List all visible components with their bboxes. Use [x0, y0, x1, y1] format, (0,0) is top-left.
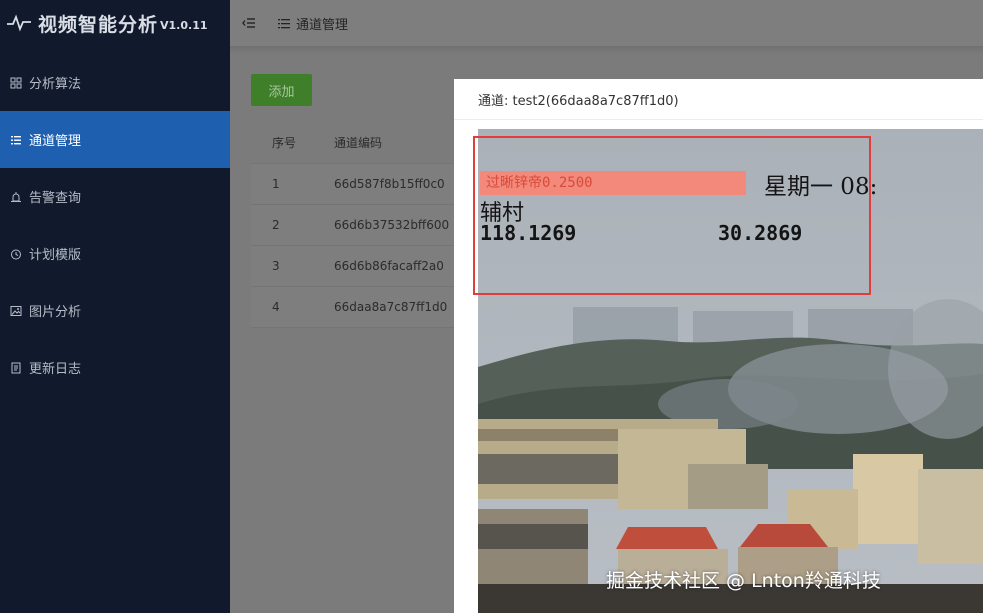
breadcrumb: 通道管理: [296, 17, 349, 33]
add-button[interactable]: 添加: [251, 74, 312, 106]
sidebar-item-label: 告警查询: [29, 191, 82, 206]
sidebar-item-channels[interactable]: 通道管理: [0, 111, 230, 168]
app-version: V1.0.11: [160, 18, 208, 32]
dialog-title: 通道: test2(66daa8a7c87ff1d0): [454, 79, 983, 120]
sidebar-item-label: 图片分析: [29, 305, 82, 320]
sidebar-item-label: 计划模版: [29, 248, 82, 263]
menu-fold-icon[interactable]: [242, 17, 256, 29]
sidebar-item-label: 更新日志: [29, 362, 82, 377]
top-bar: 通道管理: [230, 0, 983, 46]
alarm-icon: [11, 191, 21, 202]
highlight-box: [473, 136, 871, 295]
list-icon: [11, 135, 21, 144]
watermark: 掘金技术社区 @ Lnton羚通科技: [606, 570, 881, 592]
sidebar-item-label: 分析算法: [29, 77, 82, 92]
cell-index: 4: [272, 300, 280, 314]
app-title: 视频智能分析: [38, 13, 159, 36]
sidebar-item-label: 通道管理: [29, 134, 82, 149]
cell-index: 2: [272, 218, 280, 232]
sidebar-item-changelog[interactable]: 更新日志: [0, 339, 230, 396]
image-icon: [10, 305, 22, 316]
sidebar-menu: 分析算法 通道管理 告警查询 计划模版 图片分析 更新日志: [0, 54, 230, 396]
sidebar-item-schedule-templates[interactable]: 计划模版: [0, 225, 230, 282]
cell-index: 1: [272, 177, 280, 191]
top-bar-shadow: [230, 46, 983, 54]
sidebar-item-algorithms[interactable]: 分析算法: [0, 54, 230, 111]
list-icon: [278, 18, 290, 28]
sidebar-item-alarms[interactable]: 告警查询: [0, 168, 230, 225]
column-header-index: 序号: [272, 136, 297, 150]
brand: 视频智能分析 V1.0.11: [0, 0, 230, 46]
cell-index: 3: [272, 259, 280, 273]
clock-icon: [11, 249, 21, 259]
sidebar-item-image-analysis[interactable]: 图片分析: [0, 282, 230, 339]
grid-icon: [10, 77, 22, 88]
document-icon: [11, 362, 21, 373]
sidebar: 视频智能分析 V1.0.11 分析算法 通道管理 告警查询 计划模版 图片分析 …: [0, 0, 230, 613]
pulse-icon: [7, 14, 31, 32]
